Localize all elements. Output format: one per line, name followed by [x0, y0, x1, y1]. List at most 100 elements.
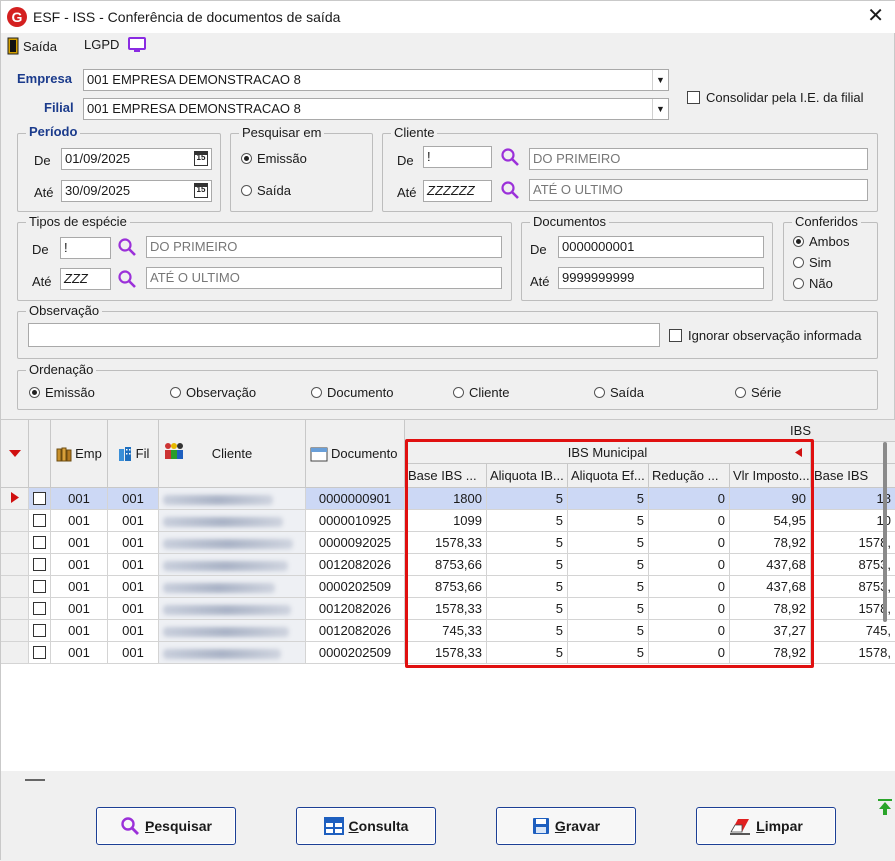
- cell-emp[interactable]: 001: [51, 532, 108, 554]
- cell-reducao[interactable]: 0: [649, 598, 730, 620]
- checkbox-box[interactable]: [33, 492, 46, 505]
- ordenacao-serie[interactable]: Série: [735, 385, 781, 400]
- filial-select[interactable]: 001 EMPRESA DEMONSTRACAO 8 ▼: [83, 98, 669, 120]
- cell-fil[interactable]: 001: [108, 510, 159, 532]
- row-checkbox[interactable]: [29, 510, 51, 532]
- cliente-de-input[interactable]: !: [423, 146, 492, 168]
- radio-dot[interactable]: [735, 387, 746, 398]
- radio-nao[interactable]: Não: [793, 276, 833, 291]
- cell-aliq_ef[interactable]: 5: [568, 598, 649, 620]
- observacao-input[interactable]: [28, 323, 660, 347]
- cell-aliq[interactable]: 5: [487, 510, 568, 532]
- cell-documento[interactable]: 0000202509: [306, 576, 405, 598]
- documentos-de-input[interactable]: 0000000001: [558, 236, 764, 258]
- cell-fil[interactable]: 001: [108, 532, 159, 554]
- row-checkbox[interactable]: [29, 554, 51, 576]
- vertical-scrollbar[interactable]: [883, 442, 887, 622]
- cell-reducao[interactable]: 0: [649, 642, 730, 664]
- cell-documento[interactable]: 0012082026: [306, 598, 405, 620]
- cell-aliq[interactable]: 5: [487, 598, 568, 620]
- row-checkbox[interactable]: [29, 488, 51, 510]
- splitter-handle[interactable]: [25, 779, 45, 781]
- cell-documento[interactable]: 0000202509: [306, 642, 405, 664]
- cell-reducao[interactable]: 0: [649, 510, 730, 532]
- row-indicator[interactable]: [1, 642, 29, 664]
- cell-documento[interactable]: 0000092025: [306, 532, 405, 554]
- cell-fil[interactable]: 001: [108, 598, 159, 620]
- radio-emissao[interactable]: Emissão: [241, 151, 307, 166]
- checkbox-box[interactable]: [33, 602, 46, 615]
- cell-vlr[interactable]: 437,68: [730, 576, 811, 598]
- search-icon[interactable]: [500, 147, 520, 167]
- chevron-down-icon[interactable]: ▼: [652, 99, 668, 119]
- cell-fil[interactable]: 001: [108, 488, 159, 510]
- documentos-ate-input[interactable]: 9999999999: [558, 267, 764, 289]
- consulta-button[interactable]: Consulta: [296, 807, 436, 845]
- row-checkbox[interactable]: [29, 576, 51, 598]
- cell-base[interactable]: 1578,33: [405, 642, 487, 664]
- cell-base[interactable]: 1800: [405, 488, 487, 510]
- cell-vlr[interactable]: 78,92: [730, 532, 811, 554]
- cell-base[interactable]: 1578,33: [405, 532, 487, 554]
- radio-dot[interactable]: [793, 257, 804, 268]
- cell-aliq_ef[interactable]: 5: [568, 532, 649, 554]
- calendar-icon[interactable]: 15: [194, 151, 208, 166]
- cell-vlr[interactable]: 78,92: [730, 642, 811, 664]
- periodo-ate-input[interactable]: 30/09/2025 15: [61, 180, 212, 202]
- cell-emp[interactable]: 001: [51, 598, 108, 620]
- row-indicator[interactable]: [1, 510, 29, 532]
- radio-dot[interactable]: [311, 387, 322, 398]
- ordenacao-observacao[interactable]: Observação: [170, 385, 256, 400]
- cell-documento[interactable]: 0000010925: [306, 510, 405, 532]
- row-checkbox[interactable]: [29, 532, 51, 554]
- checkbox-box[interactable]: [33, 580, 46, 593]
- radio-ambos[interactable]: Ambos: [793, 234, 849, 249]
- cell-base[interactable]: 8753,66: [405, 576, 487, 598]
- cell-vlr[interactable]: 437,68: [730, 554, 811, 576]
- cell-base2[interactable]: 1578,: [811, 642, 895, 664]
- dropdown-triangle-icon[interactable]: [8, 449, 21, 458]
- scroll-to-top-icon[interactable]: [877, 798, 893, 816]
- radio-dot[interactable]: [170, 387, 181, 398]
- ordenacao-documento[interactable]: Documento: [311, 385, 393, 400]
- ordenacao-emissao[interactable]: Emissão: [29, 385, 95, 400]
- cell-aliq[interactable]: 5: [487, 532, 568, 554]
- radio-dot[interactable]: [594, 387, 605, 398]
- row-indicator[interactable]: [1, 554, 29, 576]
- cell-documento[interactable]: 0000000901: [306, 488, 405, 510]
- collapse-arrow-icon[interactable]: [795, 448, 802, 457]
- cell-reducao[interactable]: 0: [649, 488, 730, 510]
- calendar-icon[interactable]: 15: [194, 183, 208, 198]
- row-checkbox[interactable]: [29, 620, 51, 642]
- checkbox-box[interactable]: [687, 91, 700, 104]
- radio-dot[interactable]: [453, 387, 464, 398]
- search-icon[interactable]: [117, 269, 137, 289]
- cell-aliq[interactable]: 5: [487, 576, 568, 598]
- radio-sim[interactable]: Sim: [793, 255, 831, 270]
- cliente-ate-input[interactable]: ZZZZZZ: [423, 180, 492, 202]
- cell-fil[interactable]: 001: [108, 576, 159, 598]
- radio-dot[interactable]: [793, 236, 804, 247]
- close-icon[interactable]: ✕: [867, 5, 884, 27]
- row-indicator[interactable]: [1, 576, 29, 598]
- ordenacao-cliente[interactable]: Cliente: [453, 385, 509, 400]
- cell-documento[interactable]: 0012082026: [306, 620, 405, 642]
- cell-base[interactable]: 1099: [405, 510, 487, 532]
- row-checkbox[interactable]: [29, 642, 51, 664]
- periodo-de-input[interactable]: 01/09/2025 15: [61, 148, 212, 170]
- cell-vlr[interactable]: 37,27: [730, 620, 811, 642]
- cell-reducao[interactable]: 0: [649, 620, 730, 642]
- limpar-button[interactable]: Limpar: [696, 807, 836, 845]
- cell-fil[interactable]: 001: [108, 620, 159, 642]
- checkbox-box[interactable]: [33, 514, 46, 527]
- grid-header-fil[interactable]: Fil: [108, 420, 159, 488]
- radio-saida[interactable]: Saída: [241, 183, 291, 198]
- cell-reducao[interactable]: 0: [649, 554, 730, 576]
- checkbox-box[interactable]: [669, 329, 682, 342]
- cell-emp[interactable]: 001: [51, 554, 108, 576]
- radio-dot[interactable]: [793, 278, 804, 289]
- radio-dot[interactable]: [29, 387, 40, 398]
- empresa-select[interactable]: 001 EMPRESA DEMONSTRACAO 8 ▼: [83, 69, 669, 91]
- cell-aliq_ef[interactable]: 5: [568, 510, 649, 532]
- cell-base[interactable]: 1578,33: [405, 598, 487, 620]
